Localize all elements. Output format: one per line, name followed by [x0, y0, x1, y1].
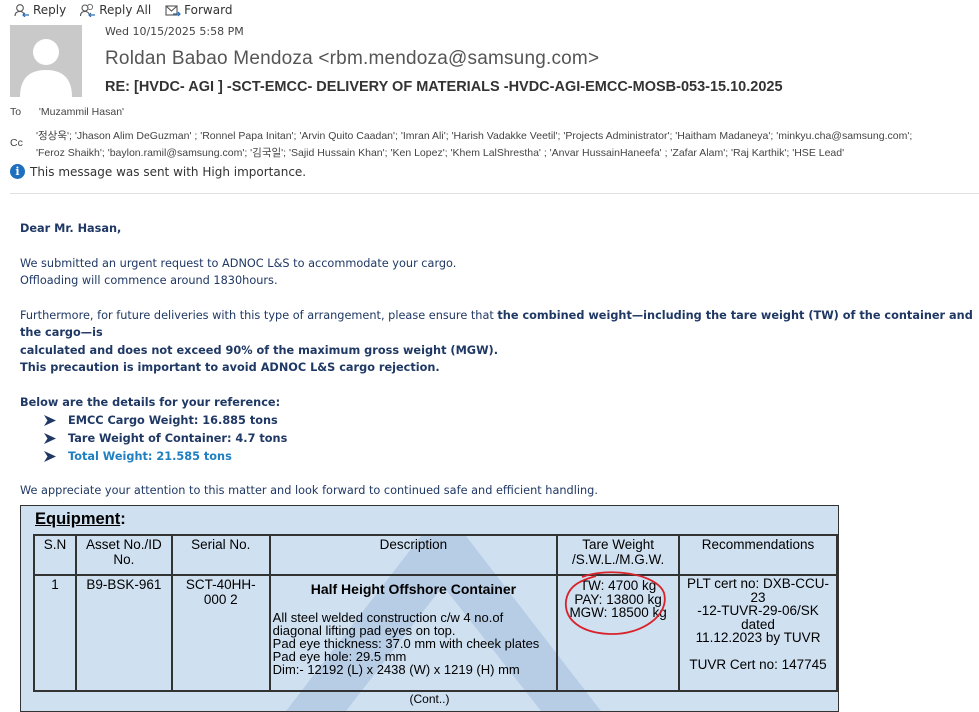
reply-all-icon: [80, 3, 96, 17]
arrow-bullet-icon: [44, 432, 56, 444]
reply-icon: [14, 4, 29, 17]
desc-body: All steel welded construction c/w 4 no.o…: [272, 610, 540, 677]
weight-list: EMCC Cargo Weight: 16.885 tons Tare Weig…: [20, 411, 975, 465]
col-sn: S.N: [33, 534, 77, 576]
col-serial: Serial No.: [170, 534, 271, 576]
reply-all-label: Reply All: [99, 3, 152, 17]
bullet-text: Tare Weight of Container: 4.7 tons: [68, 431, 288, 445]
p2-bold-b: calculated and does not exceed 90% of th…: [20, 343, 498, 357]
to-label: To: [10, 106, 22, 118]
details-heading: Below are the details for your reference…: [20, 395, 281, 409]
arrow-bullet-icon: [44, 450, 56, 462]
desc-title: Half Height Offshore Container: [310, 581, 517, 597]
body-paragraph-2: Furthermore, for future deliveries with …: [20, 307, 975, 342]
message-subject: RE: [HVDC- AGI ] -SCT-EMCC- DELIVERY OF …: [105, 79, 783, 95]
importance-text: This message was sent with High importan…: [30, 164, 307, 179]
cell-asset: B9-BSK-961: [74, 574, 173, 692]
reply-button[interactable]: Reply: [14, 3, 66, 17]
message-body: Dear Mr. Hasan, We submitted an urgent r…: [20, 220, 975, 500]
cell-tare: TW: 4700 kg PAY: 13800 kg MGW: 18500 kg: [556, 571, 681, 692]
header-divider: [10, 193, 979, 194]
person-placeholder-icon: [10, 25, 82, 97]
cc-label: Cc: [10, 137, 23, 149]
body-line-1: We submitted an urgent request to ADNOC …: [20, 256, 457, 270]
p2-bold-c: This precaution is important to avoid AD…: [20, 361, 440, 374]
cc-recipients-line-1[interactable]: '정상욱'; 'Jhason Alim DeGuzman' ; 'Ronnel …: [36, 128, 912, 143]
greeting: Dear Mr. Hasan,: [20, 222, 122, 235]
cc-recipients-line-2[interactable]: 'Feroz Shaikh'; 'baylon.ramil@samsung.co…: [36, 145, 844, 160]
forward-icon: [165, 5, 182, 17]
col-asset: Asset No./ID No.: [74, 534, 173, 576]
recommendations-text: PLT cert no: DXB-CCU-23 -12-TUVR-29-06/S…: [687, 576, 830, 672]
cell-recommendations: PLT cert no: DXB-CCU-23 -12-TUVR-29-06/S…: [678, 574, 838, 692]
reply-all-button[interactable]: Reply All: [80, 3, 151, 17]
col-tare: Tare Weight /S.W.L./M.G.W.: [556, 534, 681, 576]
forward-button[interactable]: Forward: [165, 3, 232, 17]
bullet-text: EMCC Cargo Weight: 16.885 tons: [68, 413, 278, 427]
reply-label: Reply: [33, 3, 67, 17]
info-icon: i: [10, 164, 25, 179]
to-row: To 'Muzammil Hasan': [10, 106, 124, 118]
arrow-bullet-icon: [44, 414, 56, 426]
sender-avatar: [10, 25, 82, 97]
red-annotation-circle: [565, 571, 666, 635]
sender-name[interactable]: Roldan Babao Mendoza <rbm.mendoza@samsun…: [105, 48, 599, 70]
equipment-title: Equipment:: [35, 510, 126, 528]
bullet-text: Total Weight: 21.585 tons: [68, 449, 232, 463]
equipment-table: S.N Asset No./ID No. Serial No. Descript…: [33, 534, 838, 692]
tare-values: TW: 4700 kg PAY: 13800 kg MGW: 18500 kg: [560, 571, 676, 635]
cell-sn: 1: [33, 574, 77, 692]
body-line-2: Offloading will commence around 1830hour…: [20, 274, 278, 287]
p2-prefix: Furthermore, for future deliveries with …: [20, 308, 498, 322]
importance-banner: i This message was sent with High import…: [10, 164, 306, 179]
col-recommendations: Recommendations: [678, 534, 838, 576]
table-header-row: S.N Asset No./ID No. Serial No. Descript…: [33, 534, 838, 576]
list-item: Total Weight: 21.585 tons: [20, 447, 975, 465]
to-recipients[interactable]: 'Muzammil Hasan': [39, 106, 124, 118]
closing-line: We appreciate your attention to this mat…: [20, 484, 598, 497]
list-item: EMCC Cargo Weight: 16.885 tons: [20, 411, 975, 429]
cell-serial: SCT-40HH-000 2: [170, 574, 271, 692]
forward-label: Forward: [184, 3, 233, 17]
cell-description: Half Height Offshore Container All steel…: [268, 574, 559, 692]
equipment-table-image: Equipment: S.N Asset No./ID No. Serial N…: [20, 505, 839, 712]
list-item: Tare Weight of Container: 4.7 tons: [20, 429, 975, 447]
col-description: Description: [268, 534, 559, 576]
message-date: Wed 10/15/2025 5:58 PM: [105, 25, 244, 38]
message-toolbar: Reply Reply All Forward: [0, 0, 232, 20]
continued-note: (Cont..): [409, 692, 450, 706]
table-row: 1 B9-BSK-961 SCT-40HH-000 2 Half Height …: [33, 571, 838, 692]
